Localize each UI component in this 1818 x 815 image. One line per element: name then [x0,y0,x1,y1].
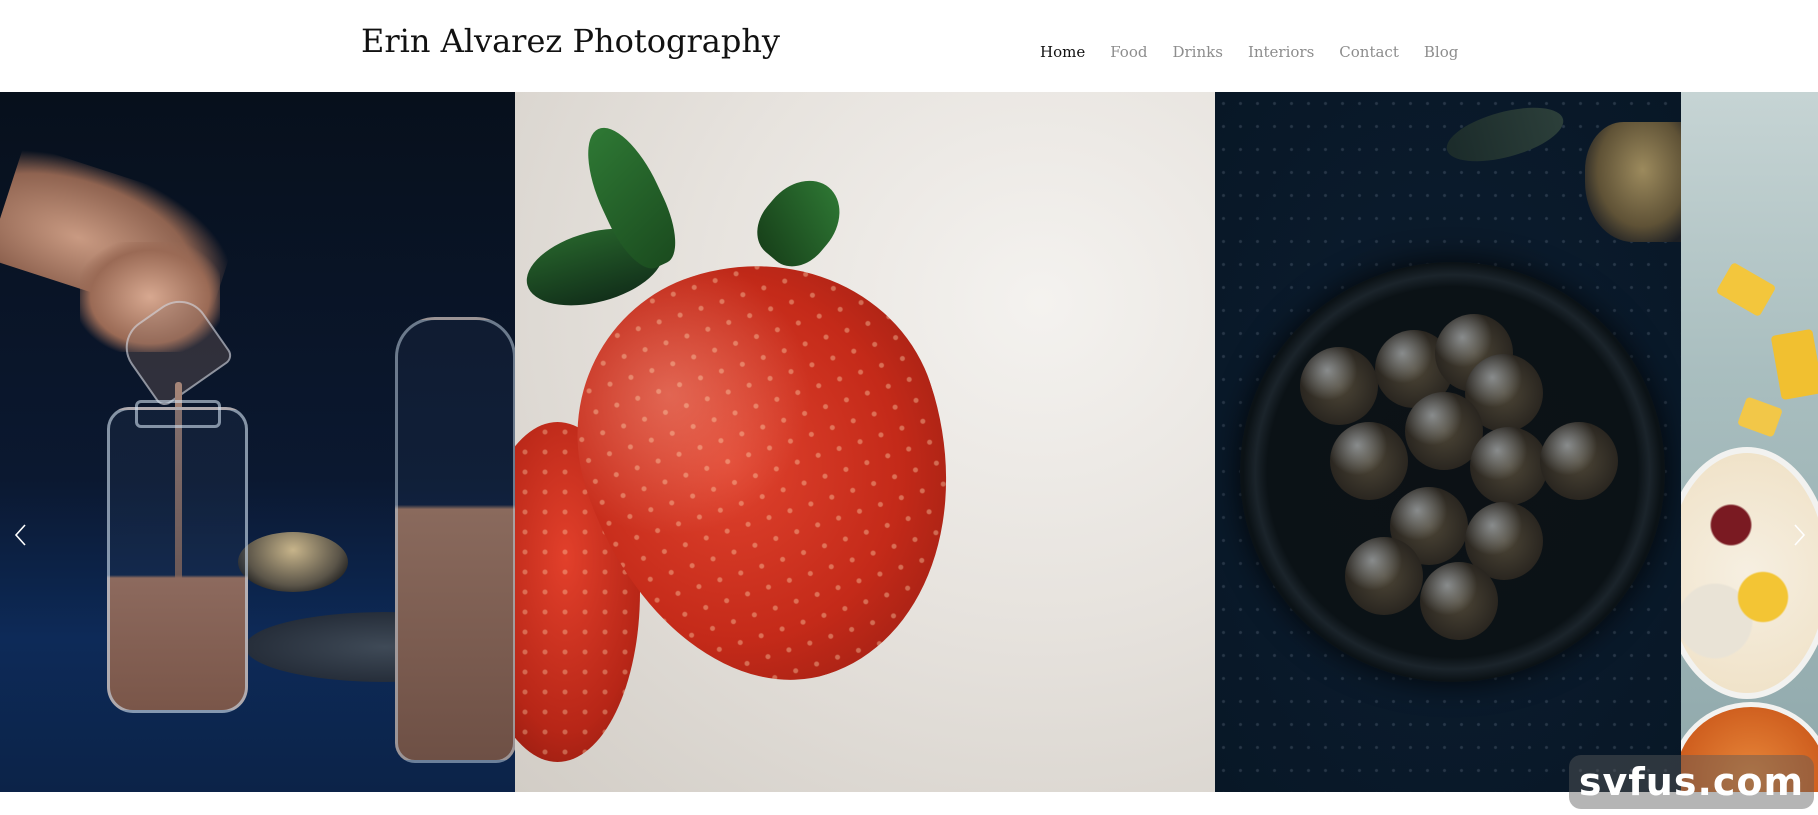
nav-item-interiors[interactable]: Interiors [1248,40,1314,64]
photo-nut-bowl [1585,122,1681,242]
nav-item-food[interactable]: Food [1110,40,1147,64]
photo-back-bottle [395,317,515,763]
nav-item-contact[interactable]: Contact [1339,40,1399,64]
photo-energy-ball [1330,422,1408,500]
photo-energy-ball [1300,347,1378,425]
photo-front-bottle [107,407,248,713]
nav-item-blog[interactable]: Blog [1424,40,1458,64]
photo-bottle-neck [135,400,221,428]
nav-item-drinks[interactable]: Drinks [1172,40,1222,64]
slider-next-button[interactable] [1790,517,1810,553]
photo-nut-bowl [238,532,348,592]
chevron-right-icon [1794,524,1806,546]
photo-energy-ball [1345,537,1423,615]
chevron-left-icon [14,524,26,546]
photo-yogurt-bowl [1681,447,1818,699]
main-nav: Home Food Drinks Interiors Contact Blog [1040,40,1458,64]
site-header: Erin Alvarez Photography Home Food Drink… [0,0,1818,92]
watermark-text: svfus.com [1578,760,1805,804]
site-title[interactable]: Erin Alvarez Photography [361,20,780,62]
photo-pineapple [1737,396,1783,438]
slide-chocolate-milk[interactable] [0,92,515,792]
photo-energy-ball [1470,427,1548,505]
slide-energy-balls[interactable] [1215,92,1681,792]
slider-prev-button[interactable] [10,517,30,553]
photo-slider[interactable] [0,92,1818,792]
photo-pineapple [1715,261,1777,318]
photo-leaf [744,165,856,279]
slide-fruit-bowls[interactable] [1681,92,1818,792]
photo-energy-ball [1540,422,1618,500]
photo-pineapple [1770,328,1818,401]
photo-energy-ball [1420,562,1498,640]
nav-item-home[interactable]: Home [1040,40,1085,64]
slide-strawberry[interactable] [515,92,1215,792]
watermark: svfus.com [1569,755,1814,809]
